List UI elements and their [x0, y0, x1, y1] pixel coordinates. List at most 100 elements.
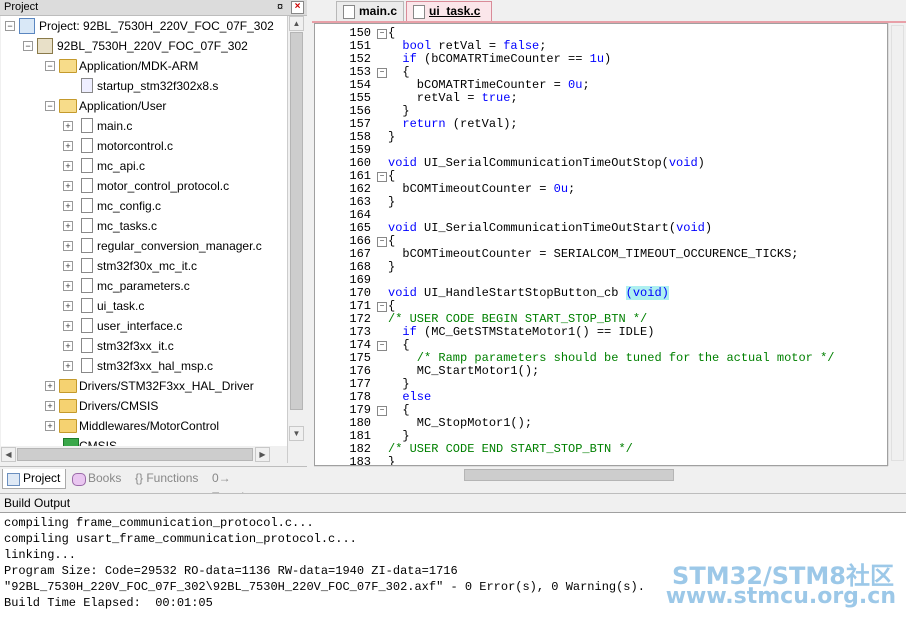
expand-icon[interactable]: +: [63, 181, 73, 191]
fold-toggle-icon[interactable]: −: [377, 406, 387, 416]
code-line: 157 return (retVal);: [315, 118, 887, 131]
tree-item[interactable]: + mc_config.c: [1, 196, 287, 216]
code-horizontal-scrollbar[interactable]: [314, 466, 888, 484]
tree-item[interactable]: + stm32f3xx_hal_msp.c: [1, 356, 287, 376]
tree-item[interactable]: − Application/User: [1, 96, 287, 116]
tree-item[interactable]: startup_stm32f302x8.s: [1, 76, 287, 96]
scroll-right-arrow-icon[interactable]: ▶: [255, 447, 270, 462]
code-token: {: [388, 65, 410, 79]
expand-icon[interactable]: +: [63, 201, 73, 211]
tab-functions[interactable]: {} Functions: [133, 469, 205, 488]
expand-icon[interactable]: +: [63, 241, 73, 251]
build-output-title: Build Output: [4, 496, 71, 510]
tree-vertical-scrollbar[interactable]: ▲ ▼: [288, 16, 305, 463]
code-token: }: [388, 260, 396, 274]
tree-item[interactable]: + main.c: [1, 116, 287, 136]
code-keyword: if: [388, 325, 417, 339]
expand-icon[interactable]: +: [45, 421, 55, 431]
expand-icon[interactable]: +: [63, 141, 73, 151]
tab-main-c[interactable]: main.c: [336, 1, 404, 21]
expand-icon[interactable]: +: [63, 281, 73, 291]
code-token: ): [604, 52, 612, 66]
scroll-up-arrow-icon[interactable]: ▲: [289, 16, 304, 31]
build-output-line: Build Time Elapsed: 00:01:05: [4, 596, 213, 610]
collapse-icon[interactable]: −: [45, 61, 55, 71]
expand-icon[interactable]: +: [45, 401, 55, 411]
code-token: }: [388, 104, 410, 118]
tree-item[interactable]: + stm32f30x_mc_it.c: [1, 256, 287, 276]
fold-toggle-icon[interactable]: −: [377, 172, 387, 182]
project-icon: [19, 18, 35, 34]
code-scroll-track[interactable]: [891, 25, 904, 461]
expand-icon[interactable]: +: [63, 261, 73, 271]
expand-icon[interactable]: +: [45, 381, 55, 391]
tree-item[interactable]: + mc_parameters.c: [1, 276, 287, 296]
expand-icon[interactable]: +: [63, 121, 73, 131]
tab-books[interactable]: Books: [70, 469, 130, 488]
code-token: retVal =: [388, 91, 482, 105]
code-text: void UI_HandleStartStopButton_cb (void): [388, 286, 669, 300]
code-text: if (MC_GetSTMStateMotor1() == IDLE): [388, 326, 654, 339]
c-file-icon: [81, 198, 93, 213]
fold-toggle-icon[interactable]: −: [377, 68, 387, 78]
collapse-icon[interactable]: −: [23, 41, 33, 51]
expand-icon[interactable]: +: [63, 361, 73, 371]
tree-item[interactable]: + motor_control_protocol.c: [1, 176, 287, 196]
tree-item-label: stm32f3xx_hal_msp.c: [97, 359, 214, 373]
code-keyword: void: [668, 156, 698, 170]
scroll-down-arrow-icon[interactable]: ▼: [289, 426, 304, 441]
tree-item[interactable]: − Application/MDK-ARM: [1, 56, 287, 76]
collapse-icon[interactable]: −: [5, 21, 15, 31]
close-icon[interactable]: ×: [291, 1, 304, 14]
tree-item-label: stm32f3xx_it.c: [97, 339, 174, 353]
tree-item-label: mc_config.c: [97, 199, 162, 213]
pin-icon[interactable]: ¤: [274, 0, 286, 14]
tree-horizontal-scrollbar[interactable]: ◀ ▶: [1, 446, 287, 463]
tab-project[interactable]: Project: [2, 469, 66, 489]
tree-item[interactable]: − Project: 92BL_7530H_220V_FOC_07F_302: [1, 16, 287, 36]
code-token: UI_SerialCommunicationTimeOutStop(: [416, 156, 669, 170]
code-keyword: false: [503, 39, 540, 53]
code-hscroll-thumb[interactable]: [464, 469, 674, 481]
code-token: (bCOMATRTimeCounter ==: [416, 52, 590, 66]
expand-icon[interactable]: +: [63, 301, 73, 311]
tree-item[interactable]: + Drivers/STM32F3xx_HAL_Driver: [1, 376, 287, 396]
code-text: return (retVal);: [388, 118, 517, 131]
tree-hscroll-thumb[interactable]: [17, 448, 253, 461]
tree-item[interactable]: + mc_tasks.c: [1, 216, 287, 236]
code-vertical-scrollbar[interactable]: [888, 23, 906, 466]
tree-item[interactable]: + Middlewares/MotorControl: [1, 416, 287, 436]
tree-item[interactable]: + regular_conversion_manager.c: [1, 236, 287, 256]
tree-item[interactable]: + motorcontrol.c: [1, 136, 287, 156]
fold-toggle-icon[interactable]: −: [377, 29, 387, 39]
tree-item[interactable]: + stm32f3xx_it.c: [1, 336, 287, 356]
expand-icon[interactable]: +: [63, 221, 73, 231]
code-token: retVal =: [431, 39, 504, 53]
tree-item[interactable]: + Drivers/CMSIS: [1, 396, 287, 416]
fold-toggle-icon[interactable]: −: [377, 237, 387, 247]
code-comment: /* USER CODE BEGIN START_STOP_BTN */: [388, 312, 648, 326]
fold-toggle-icon[interactable]: −: [377, 341, 387, 351]
expand-icon[interactable]: +: [63, 341, 73, 351]
code-token: ): [704, 221, 713, 235]
tree-item[interactable]: + mc_api.c: [1, 156, 287, 176]
code-token: {: [388, 299, 396, 313]
tab-templates[interactable]: 0→ Templates: [210, 469, 288, 504]
tree-item[interactable]: + user_interface.c: [1, 316, 287, 336]
scroll-left-arrow-icon[interactable]: ◀: [1, 447, 16, 462]
collapse-icon[interactable]: −: [45, 101, 55, 111]
code-keyword: void: [676, 221, 705, 235]
expand-icon[interactable]: +: [63, 321, 73, 331]
tree-item-label: Middlewares/MotorControl: [79, 419, 220, 433]
tab-ui-task-c[interactable]: ui_task.c: [406, 1, 492, 21]
tree-item[interactable]: + ui_task.c: [1, 296, 287, 316]
tree-scroll-thumb[interactable]: [290, 32, 303, 410]
tree-item-label: Project: 92BL_7530H_220V_FOC_07F_302: [39, 19, 274, 33]
tree-item[interactable]: − 92BL_7530H_220V_FOC_07F_302: [1, 36, 287, 56]
c-file-icon: [81, 318, 93, 333]
code-editor[interactable]: 150−{151 bool retVal = false; 152 if (bCO…: [314, 23, 888, 466]
fold-toggle-icon[interactable]: −: [377, 302, 387, 312]
code-token: {: [388, 26, 396, 40]
expand-icon[interactable]: +: [63, 161, 73, 171]
tree-item-label: mc_api.c: [97, 159, 146, 173]
